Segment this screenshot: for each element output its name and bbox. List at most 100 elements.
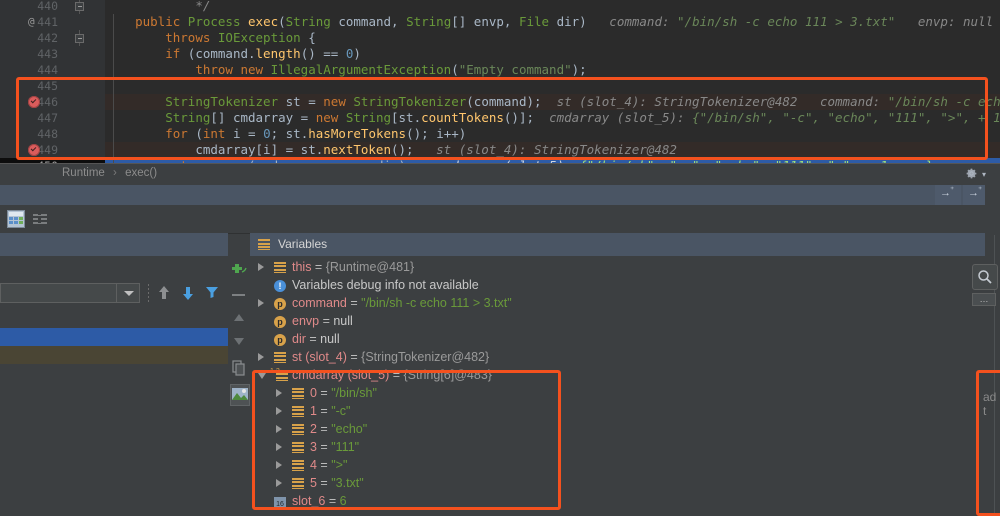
code-token: (: [278, 14, 286, 29]
chevron-down-icon[interactable]: [116, 284, 139, 302]
variable-text: 1 = "-c": [310, 402, 351, 420]
variable-equals: =: [346, 350, 362, 364]
gutter-area[interactable]: [62, 126, 105, 142]
variable-value: 6: [339, 494, 347, 508]
variables-panel[interactable]: Variables this = {Runtime@481}! Variables…: [250, 233, 985, 513]
variables-side-toolbar: [228, 258, 250, 513]
arrow-down-icon[interactable]: [181, 285, 195, 304]
chevron-right-icon[interactable]: [258, 263, 264, 271]
variable-row[interactable]: 16 slot_6 = 6: [250, 492, 985, 510]
variable-equals: =: [325, 494, 340, 508]
variable-row[interactable]: ! Variables debug info not available: [250, 276, 985, 294]
array-index-marks: 1 2: [270, 367, 280, 375]
variable-row[interactable]: p command = "/bin/sh -c echo 111 > 3.txt": [250, 294, 985, 312]
frame-row-selected[interactable]: [0, 328, 228, 346]
chevron-right-icon[interactable]: [276, 461, 282, 469]
arrow-up-icon[interactable]: [157, 285, 171, 304]
move-up-glyph: [234, 314, 244, 321]
indent-guide: [113, 142, 114, 158]
breadcrumb-item-method[interactable]: exec(): [125, 167, 157, 179]
code-token: nextToken: [323, 142, 391, 157]
code-editor[interactable]: 440 */441 @ public Process exec(String co…: [0, 0, 1000, 163]
gear-dropdown-arrow[interactable]: ▾: [982, 170, 986, 179]
breakpoint-icon[interactable]: [28, 144, 40, 156]
frame-row-highlight[interactable]: [0, 346, 228, 364]
code-line[interactable]: 441 @ public Process exec(String command,…: [0, 14, 1000, 30]
code-line[interactable]: 443 if (command.length() == 0): [0, 46, 1000, 62]
variable-row[interactable]: p envp = null: [250, 312, 985, 330]
calculator-icon[interactable]: [7, 210, 25, 228]
code-line[interactable]: 444 throw new IllegalArgumentException("…: [0, 62, 1000, 78]
layout-icon[interactable]: [31, 210, 49, 228]
chevron-right-icon[interactable]: [276, 443, 282, 451]
variable-name: 2: [310, 422, 317, 436]
indent-guide: [113, 126, 114, 142]
variable-row[interactable]: 0 = "/bin/sh": [250, 384, 985, 402]
indent-guide: [113, 30, 114, 46]
inspect-image-icon[interactable]: [230, 384, 250, 406]
breadcrumb-item-class[interactable]: Runtime: [62, 167, 105, 179]
variables-title: Variables: [278, 237, 328, 251]
variable-equals: =: [346, 296, 362, 310]
variable-row[interactable]: 2 = "echo": [250, 420, 985, 438]
variable-row[interactable]: this = {Runtime@481}: [250, 258, 985, 276]
variable-name: slot_6: [292, 494, 326, 508]
code-line[interactable]: 447 String[] cmdarray = new String[st.co…: [0, 110, 1000, 126]
variable-text: slot_6 = 6: [292, 492, 347, 510]
gutter-area[interactable]: [62, 78, 105, 94]
variable-row[interactable]: st (slot_4) = {StringTokenizer@482}: [250, 348, 985, 366]
code-token: dir): [549, 14, 587, 29]
code-line[interactable]: 446 StringTokenizer st = new StringToken…: [0, 94, 1000, 110]
fold-toggle-icon[interactable]: [75, 34, 84, 43]
gutter-area[interactable]: [62, 62, 105, 78]
variable-row[interactable]: 3 = "111": [250, 438, 985, 456]
tab-arrow-1[interactable]: → ⁺: [935, 185, 961, 205]
frames-panel-header: [0, 233, 228, 256]
variable-row[interactable]: 1 2 cmdarray (slot_5) = {String[6]@483}: [250, 366, 985, 384]
chevron-right-icon[interactable]: [258, 353, 264, 361]
code-text: throw new IllegalArgumentException("Empt…: [105, 62, 586, 78]
frames-panel[interactable]: [0, 233, 228, 513]
primitive-icon: 16: [274, 496, 286, 514]
variable-row[interactable]: 1 = "-c": [250, 402, 985, 420]
info-icon: !: [274, 279, 286, 292]
gutter-area[interactable]: [62, 110, 105, 126]
code-line[interactable]: 440 */: [0, 0, 1000, 14]
copy-icon[interactable]: [230, 359, 248, 377]
breadcrumb[interactable]: Runtime › exec(): [62, 167, 157, 179]
gutter-area[interactable]: [62, 14, 105, 30]
fold-toggle-icon[interactable]: [75, 2, 84, 11]
add-watch-icon[interactable]: [230, 260, 248, 278]
code-line[interactable]: 448 for (int i = 0; st.hasMoreTokens(); …: [0, 126, 1000, 142]
variable-row[interactable]: p dir = null: [250, 330, 985, 348]
code-line[interactable]: 445: [0, 78, 1000, 94]
chevron-right-icon[interactable]: [276, 407, 282, 415]
gear-icon[interactable]: ▾: [965, 167, 986, 183]
line-number: 447: [0, 110, 62, 126]
gutter-area[interactable]: [62, 142, 105, 158]
chevron-right-icon[interactable]: [276, 425, 282, 433]
more-options-button[interactable]: …: [972, 293, 996, 306]
variable-name: st (slot_4): [292, 350, 347, 364]
code-line[interactable]: 449 cmdarray[i] = st.nextToken(); st (sl…: [0, 142, 1000, 158]
code-token: [] envp,: [451, 14, 519, 29]
move-up-icon[interactable]: [230, 311, 248, 329]
chevron-right-icon[interactable]: [258, 299, 264, 307]
code-token: countTokens: [421, 110, 504, 125]
code-token: st =: [278, 94, 324, 109]
chevron-down-icon[interactable]: [258, 373, 266, 379]
gutter-area[interactable]: [62, 94, 105, 110]
remove-watch-icon[interactable]: [230, 286, 248, 304]
variable-row[interactable]: 4 = ">": [250, 456, 985, 474]
variable-row[interactable]: 5 = "3.txt": [250, 474, 985, 492]
chevron-right-icon[interactable]: [276, 389, 282, 397]
code-line[interactable]: 442 throws IOException {: [0, 30, 1000, 46]
gutter-area[interactable]: [62, 46, 105, 62]
search-button[interactable]: [972, 264, 998, 290]
variable-text: Variables debug info not available: [292, 276, 479, 294]
thread-select[interactable]: [0, 283, 140, 303]
move-down-icon[interactable]: [230, 334, 248, 352]
filter-icon[interactable]: [205, 285, 219, 302]
breakpoint-icon[interactable]: [28, 96, 40, 108]
chevron-right-icon[interactable]: [276, 479, 282, 487]
